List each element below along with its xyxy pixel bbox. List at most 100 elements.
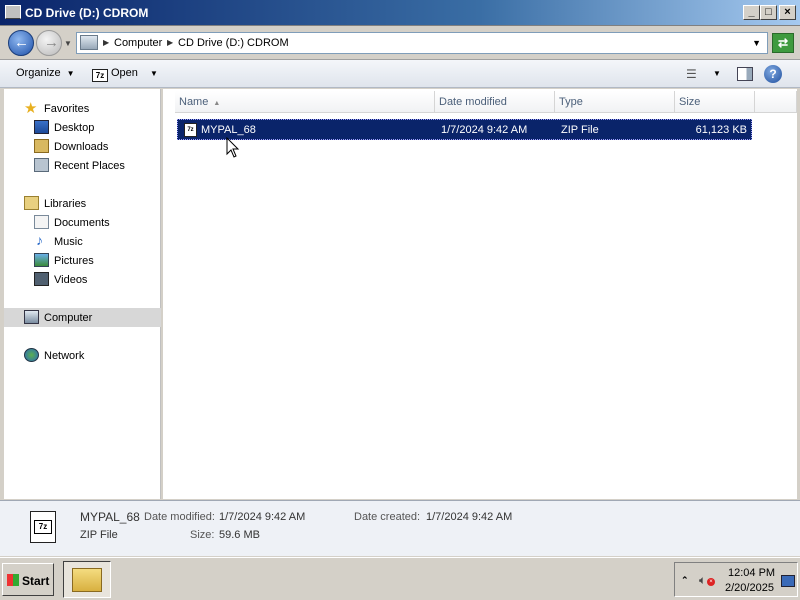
column-header-size[interactable]: Size xyxy=(675,91,755,113)
computer-icon xyxy=(80,35,98,50)
command-bar: Organize ▼ 7z Open ▼ ☰ ▼ ? xyxy=(0,60,800,88)
documents-icon xyxy=(34,215,49,229)
recent-places-icon xyxy=(34,158,49,172)
nav-computer[interactable]: Computer xyxy=(4,308,161,327)
system-tray: ⌃ 🔈︎ × 12:04 PM 2/20/2025 xyxy=(674,562,798,597)
file-type: ZIP File xyxy=(561,124,599,136)
star-icon: ★ xyxy=(24,100,38,117)
breadcrumb-separator-icon[interactable]: ▶ xyxy=(167,38,173,47)
nav-network[interactable]: Network xyxy=(4,346,161,365)
details-file-type: ZIP File xyxy=(80,529,118,541)
close-button[interactable]: × xyxy=(779,5,796,20)
clock-date[interactable]: 2/20/2025 xyxy=(725,582,774,594)
computer-icon xyxy=(24,310,39,324)
preview-pane-icon[interactable] xyxy=(737,67,753,81)
maximize-button[interactable]: □ xyxy=(760,5,777,20)
view-options-dropdown[interactable]: ▼ xyxy=(713,69,721,78)
taskbar: Start ⌃ 🔈︎ × 12:04 PM 2/20/2025 xyxy=(0,557,800,600)
forward-button[interactable]: → xyxy=(36,30,62,56)
nav-desktop-label: Desktop xyxy=(54,122,95,134)
nav-videos-label: Videos xyxy=(54,274,88,286)
address-field[interactable]: ▶ Computer ▶ CD Drive (D:) CDROM ▼ xyxy=(76,32,768,54)
nav-pictures-label: Pictures xyxy=(54,255,94,267)
mouse-cursor-icon xyxy=(226,137,240,158)
window-title: CD Drive (D:) CDROM xyxy=(25,6,149,20)
open-label: Open xyxy=(111,67,138,79)
music-note-icon: ♪ xyxy=(36,232,43,248)
clock-time[interactable]: 12:04 PM xyxy=(728,567,775,579)
nav-computer-label: Computer xyxy=(44,312,93,324)
file-size: 61,123 KB xyxy=(695,124,747,136)
nav-favorites[interactable]: ★ Favorites xyxy=(4,99,161,118)
organize-button[interactable]: Organize ▼ xyxy=(16,67,75,79)
start-button[interactable]: Start xyxy=(2,563,54,596)
address-history-dropdown[interactable]: ▼ xyxy=(752,38,761,48)
downloads-folder-icon xyxy=(34,139,49,153)
details-date-modified: 1/7/2024 9:42 AM xyxy=(219,511,306,523)
zip-file-icon: 7z xyxy=(184,123,197,137)
forward-arrow-icon: → xyxy=(44,34,59,51)
file-row[interactable]: 7z MYPAL_68 1/7/2024 9:42 AM ZIP File 61… xyxy=(177,119,752,140)
open-button[interactable]: 7z Open xyxy=(92,67,138,82)
details-date-created: 1/7/2024 9:42 AM xyxy=(426,511,513,523)
details-date-created-label: Date created: xyxy=(354,511,421,523)
taskbar-explorer-button[interactable] xyxy=(63,561,111,598)
nav-desktop[interactable]: Desktop xyxy=(4,118,161,137)
breadcrumb-computer[interactable]: Computer xyxy=(114,37,162,49)
nav-network-label: Network xyxy=(44,350,85,362)
7zip-icon-label: 7z xyxy=(34,520,52,534)
nav-downloads[interactable]: Downloads xyxy=(4,137,161,156)
volume-icon[interactable]: 🔈︎ xyxy=(699,573,706,588)
open-with-dropdown[interactable]: ▼ xyxy=(150,69,158,78)
breadcrumb-cd-drive[interactable]: CD Drive (D:) CDROM xyxy=(178,37,289,49)
column-name-label: Name xyxy=(179,96,209,108)
chevron-down-icon: ▼ xyxy=(66,69,75,78)
videos-icon xyxy=(34,272,49,286)
nav-downloads-label: Downloads xyxy=(54,141,109,153)
details-file-name: MYPAL_68 xyxy=(80,510,140,524)
show-hidden-icons-icon[interactable]: ⌃ xyxy=(681,575,689,586)
zip-file-large-icon: 7z xyxy=(30,511,56,543)
details-pane: 7z MYPAL_68 ZIP File Date modified: 1/7/… xyxy=(0,500,800,556)
nav-recent-places-label: Recent Places xyxy=(54,160,125,172)
desktop-icon xyxy=(34,120,49,134)
muted-icon: × xyxy=(707,578,715,586)
start-label: Start xyxy=(22,574,50,588)
back-button[interactable]: ← xyxy=(8,30,34,56)
column-header-type[interactable]: Type xyxy=(555,91,675,113)
help-icon[interactable]: ? xyxy=(764,65,782,83)
nav-pictures[interactable]: Pictures xyxy=(4,251,161,270)
details-date-modified-label: Date modified: xyxy=(144,511,215,523)
nav-documents-label: Documents xyxy=(54,217,110,229)
title-bar: CD Drive (D:) CDROM _ □ × xyxy=(0,0,800,26)
network-status-icon[interactable] xyxy=(781,575,795,587)
file-name: MYPAL_68 xyxy=(201,124,256,136)
nav-music[interactable]: ♪ Music xyxy=(4,232,161,251)
folder-icon xyxy=(72,568,102,592)
nav-videos[interactable]: Videos xyxy=(4,270,161,289)
nav-documents[interactable]: Documents xyxy=(4,213,161,232)
column-header-date-modified[interactable]: Date modified xyxy=(435,91,555,113)
drive-icon xyxy=(5,5,21,19)
sort-arrow-icon: ▲ xyxy=(213,100,221,107)
recent-pages-dropdown[interactable]: ▼ xyxy=(64,39,72,48)
minimize-button[interactable]: _ xyxy=(743,5,760,20)
windows-logo-icon xyxy=(7,574,19,586)
column-header-name[interactable]: Name ▲ xyxy=(175,91,435,113)
file-date-modified: 1/7/2024 9:42 AM xyxy=(441,124,528,136)
breadcrumb-separator-icon[interactable]: ▶ xyxy=(103,38,109,47)
refresh-button[interactable]: ⇄ xyxy=(772,33,794,53)
nav-music-label: Music xyxy=(54,236,83,248)
change-view-icon[interactable]: ☰ xyxy=(686,67,697,81)
nav-libraries[interactable]: Libraries xyxy=(4,194,161,213)
details-size: 59.6 MB xyxy=(219,529,260,541)
file-list: Name ▲ Date modified Type Size 7z MYPAL_6… xyxy=(163,89,797,499)
nav-recent-places[interactable]: Recent Places xyxy=(4,156,161,175)
pictures-icon xyxy=(34,253,49,267)
column-header-filler xyxy=(755,91,797,113)
nav-favorites-label: Favorites xyxy=(44,103,90,115)
libraries-icon xyxy=(24,196,39,210)
address-bar-area: ← → ▼ ▶ Computer ▶ CD Drive (D:) CDROM ▼… xyxy=(0,26,800,60)
back-arrow-icon: ← xyxy=(14,34,29,51)
organize-label: Organize xyxy=(16,67,61,79)
